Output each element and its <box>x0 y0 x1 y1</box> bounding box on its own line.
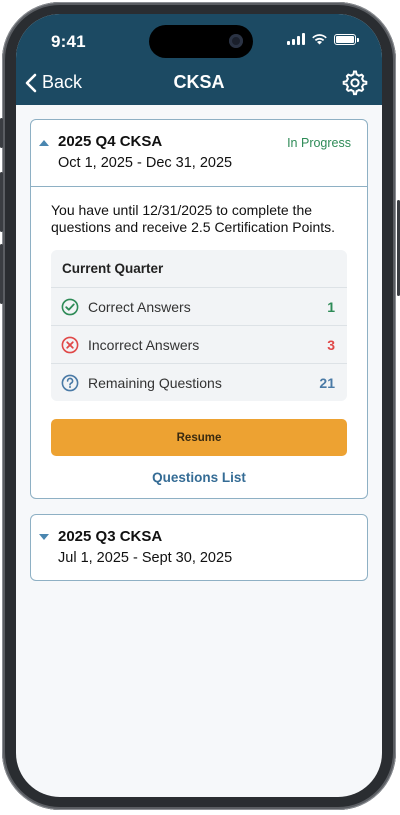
quarter-card-body: You have until 12/31/2025 to complete th… <box>31 187 367 485</box>
app-header: 9:41 Back CKSA <box>16 14 382 105</box>
caret-down-icon <box>39 534 49 540</box>
stat-value: 3 <box>327 336 335 353</box>
gear-icon[interactable] <box>342 70 368 96</box>
app-screen: 9:41 Back CKSA 2025 Q4 CKSA Oct 1, 2025 … <box>16 14 382 797</box>
stat-row-incorrect: Incorrect Answers 3 <box>51 326 347 364</box>
stats-title: Current Quarter <box>51 250 347 288</box>
stat-label: Correct Answers <box>88 298 191 315</box>
resume-button[interactable]: Resume <box>51 419 347 456</box>
quarter-title: 2025 Q4 CKSA <box>58 133 163 150</box>
question-circle-icon <box>61 374 79 391</box>
wifi-icon <box>312 34 327 45</box>
quarter-card-header[interactable]: 2025 Q4 CKSA Oct 1, 2025 - Dec 31, 2025 … <box>31 120 367 186</box>
questions-list-link[interactable]: Questions List <box>51 470 347 485</box>
battery-icon <box>334 33 359 45</box>
stat-label: Incorrect Answers <box>88 336 200 353</box>
dynamic-island <box>149 25 253 58</box>
stat-row-remaining: Remaining Questions 21 <box>51 364 347 401</box>
volume-up-button <box>0 172 3 232</box>
quarter-dates: Jul 1, 2025 - Sept 30, 2025 <box>58 550 233 566</box>
quarter-card-current: 2025 Q4 CKSA Oct 1, 2025 - Dec 31, 2025 … <box>30 119 368 499</box>
quarter-title: 2025 Q3 CKSA <box>58 528 163 545</box>
stats-panel: Current Quarter Correct Answers 1 Incorr… <box>51 250 347 401</box>
status-icons <box>287 33 359 45</box>
stat-value: 1 <box>327 298 335 315</box>
quarter-dates: Oct 1, 2025 - Dec 31, 2025 <box>58 155 233 171</box>
quarter-card-header[interactable]: 2025 Q3 CKSA Jul 1, 2025 - Sept 30, 2025 <box>31 515 367 581</box>
check-circle-icon <box>61 298 79 315</box>
quarter-card-previous[interactable]: 2025 Q3 CKSA Jul 1, 2025 - Sept 30, 2025 <box>30 514 368 581</box>
status-badge: In Progress <box>287 136 351 150</box>
volume-down-button <box>0 244 3 304</box>
stat-row-correct: Correct Answers 1 <box>51 288 347 326</box>
stat-value: 21 <box>319 374 335 391</box>
mute-switch <box>0 118 3 148</box>
camera-icon <box>229 34 243 48</box>
deadline-text: You have until 12/31/2025 to complete th… <box>51 202 336 235</box>
caret-up-icon <box>39 140 49 146</box>
x-circle-icon <box>61 336 79 353</box>
cellular-signal-icon <box>287 33 305 45</box>
status-time: 9:41 <box>51 32 86 51</box>
page-title: CKSA <box>173 72 225 92</box>
stat-label: Remaining Questions <box>88 374 222 391</box>
